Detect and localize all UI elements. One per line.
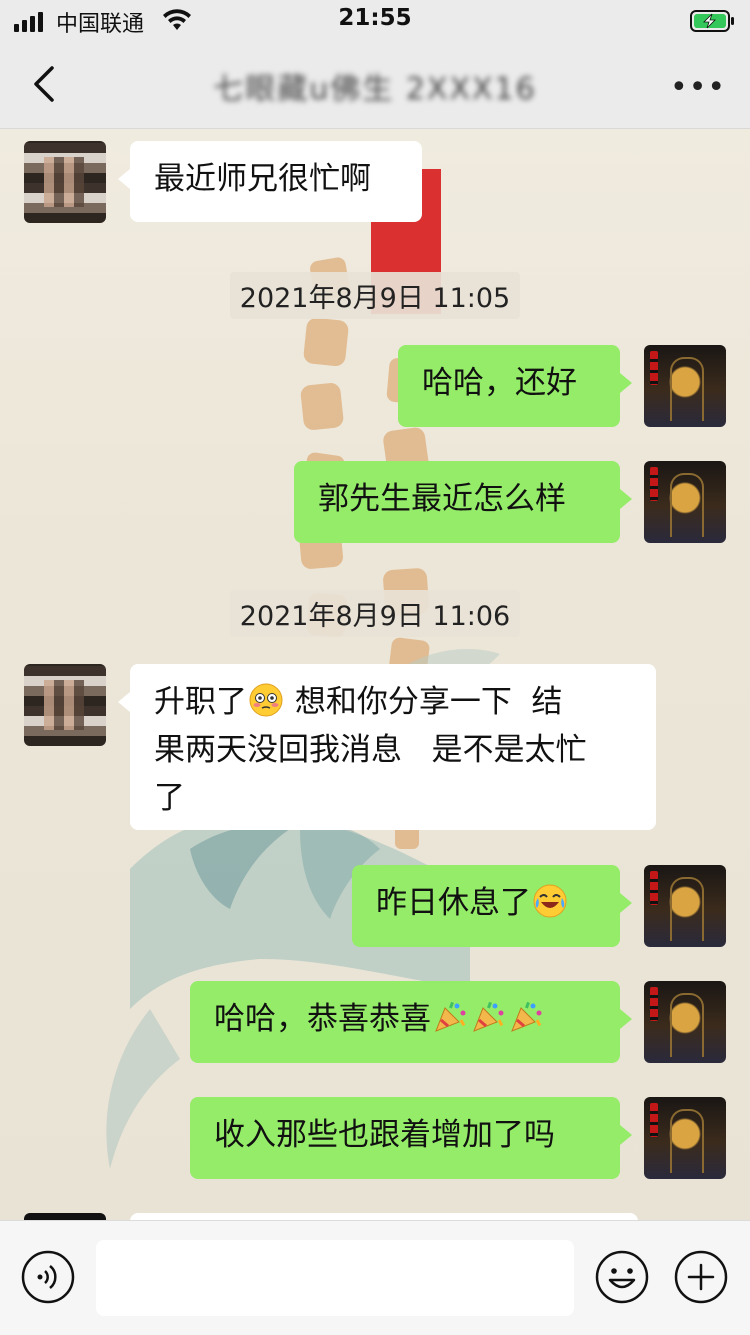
message-text: 哈哈，恭喜恭喜 [214, 1001, 431, 1037]
message-bubble-sent[interactable]: 哈哈，恭喜恭喜 [190, 981, 632, 1063]
message-line: 果两天没回我消息 是不是太忙 [154, 732, 587, 768]
input-bar [0, 1220, 750, 1335]
message-text: 想和你分享一下 结 [285, 684, 563, 720]
chat-title: 七眼藏u佛生 2XXX16 [213, 72, 537, 107]
my-avatar[interactable] [644, 981, 726, 1063]
message-text: 升职了 [154, 684, 247, 720]
plus-icon[interactable] [674, 1250, 728, 1304]
message-text: 收入那些也跟着增加了吗 [214, 1117, 555, 1153]
party-popper-emoji-icon [435, 1001, 466, 1032]
party-popper-emoji-icon [511, 1001, 542, 1032]
message-text: 昨日休息了 [376, 885, 531, 921]
timestamp: 2021年8月9日 11:05 [0, 272, 750, 319]
more-options-icon[interactable]: ••• [670, 70, 725, 105]
contact-avatar[interactable] [24, 1213, 106, 1220]
message-text: 最近师兄很忙啊 [154, 161, 371, 197]
message-bubble-sent[interactable]: 哈哈，还好 [398, 345, 632, 427]
my-avatar[interactable] [644, 865, 726, 947]
voice-icon[interactable] [21, 1250, 75, 1304]
message-bubble-received[interactable]: 最近师兄很忙啊 [118, 141, 422, 222]
contact-avatar[interactable] [24, 141, 106, 223]
message-input[interactable] [96, 1240, 574, 1316]
message-text: 哈哈，还好 [422, 365, 577, 401]
timestamp-text: 2021年8月9日 11:05 [229, 272, 521, 319]
emoji-icon[interactable] [595, 1250, 649, 1304]
message-bubble-received[interactable] [130, 1213, 638, 1220]
tears-of-joy-emoji-icon [533, 884, 567, 918]
message-bubble-sent[interactable]: 收入那些也跟着增加了吗 [190, 1097, 632, 1179]
message-list[interactable]: 最近师兄很忙啊 2021年8月9日 11:05 哈哈，还好 郭先生最近怎么样 2… [0, 129, 750, 1220]
my-avatar[interactable] [644, 345, 726, 427]
contact-avatar[interactable] [24, 664, 106, 746]
message-bubble-sent[interactable]: 郭先生最近怎么样 [294, 461, 632, 543]
chat-header: 七眼藏u佛生 2XXX16 ••• [0, 40, 750, 129]
message-bubble-sent[interactable]: 昨日休息了 [352, 865, 632, 947]
timestamp: 2021年8月9日 11:06 [0, 590, 750, 637]
message-text: 郭先生最近怎么样 [318, 481, 566, 517]
status-bar: 中国联通 21:55 [0, 0, 750, 40]
party-popper-emoji-icon [473, 1001, 504, 1032]
my-avatar[interactable] [644, 1097, 726, 1179]
message-bubble-received[interactable]: 升职了 想和你分享一下 结 果两天没回我消息 是不是太忙 了 [118, 664, 656, 830]
battery-charging-icon [690, 10, 734, 32]
message-line: 了 [154, 780, 185, 816]
my-avatar[interactable] [644, 461, 726, 543]
message-line: 升职了 想和你分享一下 结 [154, 678, 632, 726]
clock: 21:55 [338, 5, 412, 31]
timestamp-text: 2021年8月9日 11:06 [229, 590, 521, 637]
back-icon[interactable] [26, 60, 66, 108]
flushed-face-emoji-icon [249, 683, 283, 717]
